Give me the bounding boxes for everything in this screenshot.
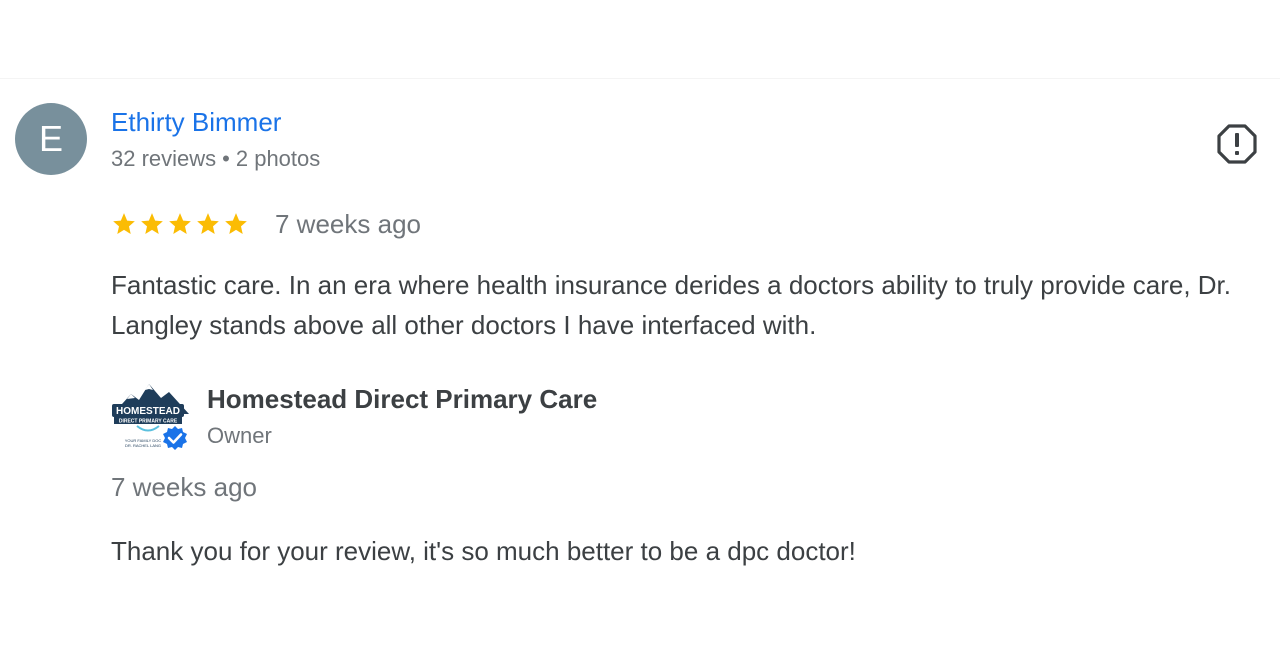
owner-role: Owner (207, 423, 272, 448)
review-date: 7 weeks ago (275, 208, 421, 239)
reviewer-avatar[interactable]: E (15, 103, 87, 175)
star-icon (197, 213, 219, 234)
response-text: Thank you for your review, it's so much … (111, 536, 856, 566)
star-icon (169, 213, 191, 234)
review-card: E Ethirty Bimmer 32 reviews • 2 photos 7 w… (0, 0, 1280, 671)
report-flag-icon[interactable] (1216, 123, 1258, 165)
star-rating (111, 211, 249, 237)
divider (0, 78, 1280, 79)
verified-badge-icon (162, 425, 188, 451)
reviews-count: 32 reviews (111, 146, 217, 171)
review-text: Fantastic care. In an era where health i… (111, 270, 1232, 340)
star-icon (141, 213, 163, 234)
logo-text: HOMESTEAD (116, 406, 180, 417)
reviewer-name-link[interactable]: Ethirty Bimmer (111, 107, 281, 138)
logo-tagline-2: DR. RACHEL LANG (125, 443, 161, 448)
response-date: 7 weeks ago (111, 472, 257, 502)
rating-row: 7 weeks ago (111, 206, 421, 242)
owner-name[interactable]: Homestead Direct Primary Care (207, 384, 597, 415)
star-icon (113, 213, 135, 234)
business-logo[interactable]: HOMESTEAD DIRECT PRIMARY CARE YOUR FAMIL… (109, 380, 193, 454)
logo-subtext: DIRECT PRIMARY CARE (119, 419, 178, 425)
photos-count: 2 photos (235, 146, 321, 171)
star-icon (225, 213, 247, 234)
meta-separator: • (222, 146, 230, 171)
reviewer-meta: 32 reviews • 2 photos (111, 146, 320, 172)
avatar-letter: E (38, 118, 63, 159)
